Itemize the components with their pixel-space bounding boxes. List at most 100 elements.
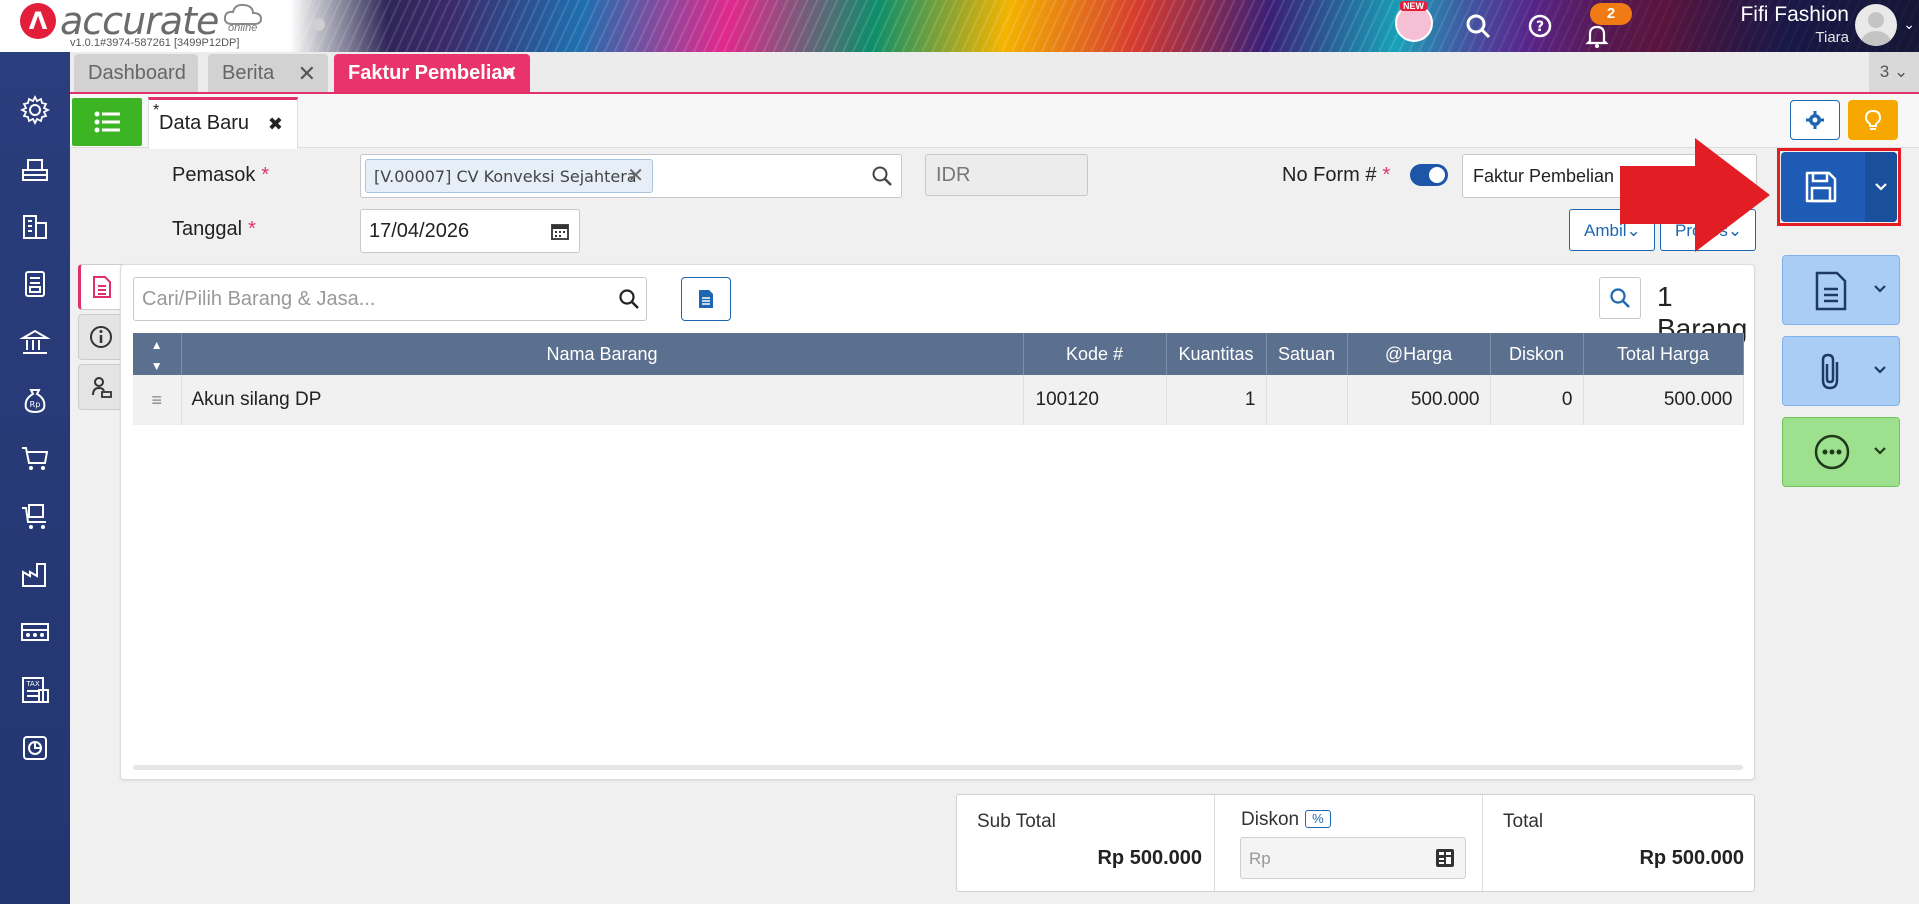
- cell-harga[interactable]: 500.000: [1347, 375, 1491, 425]
- module-tabbar: Dashboard Berita ✕ Faktur Pembelian ✕ 3 …: [70, 52, 1919, 94]
- tax-icon[interactable]: TAX: [15, 670, 55, 710]
- chevron-down-icon: [1874, 447, 1886, 455]
- attachment-button[interactable]: [1782, 336, 1900, 406]
- document-button[interactable]: [1782, 255, 1900, 325]
- discount-label: Diskon%: [1241, 809, 1331, 831]
- vendor-label: Pemasok *: [172, 164, 270, 186]
- column-header[interactable]: Kode #: [1023, 333, 1167, 375]
- calculator-icon[interactable]: [1435, 848, 1455, 868]
- lightbulb-icon: [1864, 109, 1882, 130]
- logo-text: accurate: [60, 0, 219, 43]
- date-value: 17/04/2026: [369, 220, 470, 242]
- tab-cost[interactable]: [78, 364, 124, 410]
- purchase-icon[interactable]: [15, 496, 55, 536]
- company-icon[interactable]: [15, 206, 55, 246]
- subtotal-value: Rp 500.000: [1097, 847, 1202, 869]
- totals-panel: Sub Total Rp 500.000 Diskon% Rp Total Rp…: [956, 794, 1755, 893]
- search-icon[interactable]: [871, 165, 893, 187]
- tab-label: Faktur Pembelian: [348, 61, 515, 84]
- cell-nama-barang[interactable]: Akun silang DP: [181, 375, 1024, 425]
- cell-satuan[interactable]: [1266, 375, 1348, 425]
- connection-dot: [312, 18, 325, 31]
- list-view-button[interactable]: [72, 98, 142, 146]
- annotation-arrow: [1620, 138, 1770, 252]
- inventory-icon[interactable]: [15, 148, 55, 188]
- sort-icon[interactable]: ▲ ▼: [133, 333, 182, 375]
- tab-info[interactable]: [78, 314, 124, 360]
- production-icon[interactable]: [15, 612, 55, 652]
- close-icon[interactable]: ✕: [500, 61, 518, 87]
- discount-input[interactable]: Rp: [1240, 837, 1466, 879]
- logo-mark-icon: Λ: [20, 3, 56, 39]
- item-panel: Cari/Pilih Barang & Jasa... 1 Barang (1)…: [120, 264, 1755, 780]
- column-header[interactable]: Kuantitas: [1166, 333, 1267, 375]
- tab-label: Dashboard: [88, 61, 186, 84]
- accurate-logo[interactable]: Λ accurate: [20, 0, 219, 43]
- column-header[interactable]: Satuan: [1266, 333, 1348, 375]
- vendor-value: [V.00007] CV Konveksi Sejahtera: [374, 167, 637, 186]
- bank-icon[interactable]: [15, 322, 55, 362]
- cart-icon[interactable]: [15, 438, 55, 478]
- search-icon[interactable]: [618, 288, 640, 310]
- svg-text:TAX: TAX: [25, 680, 40, 688]
- vendor-chip: [V.00007] CV Konveksi Sejahtera ✕: [365, 159, 653, 193]
- item-search-input[interactable]: Cari/Pilih Barang & Jasa...: [133, 277, 647, 321]
- svg-text:?: ?: [1536, 19, 1544, 35]
- column-header[interactable]: @Harga: [1347, 333, 1491, 375]
- ledger-icon[interactable]: [15, 264, 55, 304]
- discount-placeholder: Rp: [1249, 849, 1271, 868]
- tab-dashboard[interactable]: Dashboard: [74, 54, 198, 92]
- tips-button[interactable]: [1848, 100, 1898, 140]
- version-text: v1.0.1#3974-587261 [3499P12DP]: [70, 37, 240, 49]
- column-header[interactable]: Total Harga: [1583, 333, 1744, 375]
- cell-total-harga[interactable]: 500.000: [1583, 375, 1744, 425]
- help-icon[interactable]: ?: [1524, 10, 1556, 42]
- tab-faktur-pembelian[interactable]: Faktur Pembelian ✕: [334, 54, 530, 92]
- factory-icon[interactable]: [15, 554, 55, 594]
- column-header[interactable]: Diskon: [1490, 333, 1584, 375]
- tab-data-baru[interactable]: * Data Baru ✖: [148, 97, 298, 149]
- new-badge: NEW: [1400, 1, 1427, 11]
- cell-kode[interactable]: 100120: [1023, 375, 1167, 425]
- tab-berita[interactable]: Berita ✕: [208, 54, 328, 92]
- chevron-down-icon[interactable]: ⌄: [1903, 16, 1915, 33]
- items-table: ▲ ▼ Nama Barang Kode # Kuantitas Satuan @…: [133, 333, 1744, 425]
- tab-item-detail[interactable]: [78, 264, 124, 310]
- drag-handle-icon[interactable]: ≡: [133, 375, 182, 425]
- horizontal-scrollbar[interactable]: [133, 765, 1743, 770]
- report-icon[interactable]: [15, 728, 55, 768]
- user-name: Tiara: [1815, 29, 1849, 46]
- table-row[interactable]: ≡ Akun silang DP 100120 1 500.000 0 500.…: [133, 375, 1744, 425]
- vendor-field[interactable]: [V.00007] CV Konveksi Sejahtera ✕: [360, 154, 902, 198]
- total-label: Total: [1503, 811, 1544, 832]
- item-search-placeholder: Cari/Pilih Barang & Jasa...: [142, 288, 376, 310]
- column-header[interactable]: Nama Barang: [181, 333, 1024, 375]
- auto-number-toggle[interactable]: [1410, 164, 1448, 186]
- cell-diskon[interactable]: 0: [1490, 375, 1584, 425]
- more-icon: [1814, 434, 1850, 470]
- company-info[interactable]: Fifi Fashion Tiara: [1740, 2, 1849, 48]
- more-actions-button[interactable]: [1782, 417, 1900, 487]
- date-field[interactable]: 17/04/2026: [360, 209, 580, 253]
- modified-marker: *: [153, 102, 160, 119]
- money-bag-icon[interactable]: Rp: [15, 380, 55, 420]
- calendar-icon[interactable]: [551, 222, 569, 240]
- close-icon[interactable]: ✕: [627, 163, 644, 187]
- tab-overflow-menu[interactable]: 3 ⌄: [1869, 52, 1919, 92]
- table-search-button[interactable]: [1599, 277, 1641, 319]
- chevron-down-icon: ⌄: [1893, 62, 1909, 81]
- settings-button[interactable]: [1790, 100, 1840, 140]
- percent-toggle[interactable]: %: [1305, 810, 1331, 828]
- search-icon[interactable]: [1462, 10, 1494, 42]
- chevron-down-icon: [1874, 285, 1886, 293]
- cell-kuantitas[interactable]: 1: [1166, 375, 1267, 425]
- close-icon[interactable]: ✖: [268, 114, 283, 135]
- table-header-row: ▲ ▼ Nama Barang Kode # Kuantitas Satuan @…: [133, 333, 1744, 375]
- document-icon: [699, 290, 713, 308]
- gear-icon[interactable]: [15, 90, 55, 130]
- logo-sub: online: [228, 22, 258, 34]
- item-detail-button[interactable]: [681, 277, 731, 321]
- info-icon: [90, 326, 112, 348]
- user-avatar[interactable]: [1855, 4, 1897, 46]
- close-icon[interactable]: ✕: [298, 61, 316, 87]
